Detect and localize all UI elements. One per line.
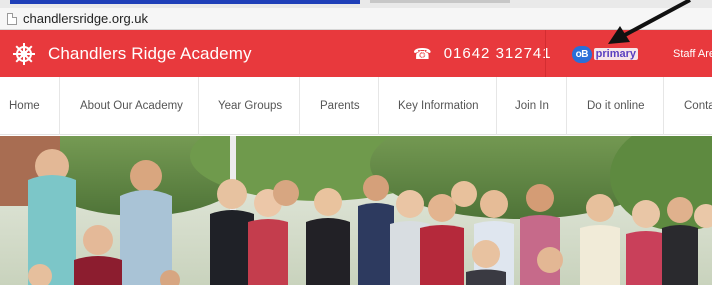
nav-separator	[299, 77, 300, 135]
nav-separator	[663, 77, 664, 135]
url-text[interactable]: chandlersridge.org.uk	[23, 11, 148, 26]
tab-edge	[370, 0, 510, 3]
nav-separator	[378, 77, 379, 135]
nav-item-about-our-academy[interactable]: About Our Academy	[80, 77, 183, 135]
nav-item-contact[interactable]: Conta	[684, 77, 712, 135]
header-divider	[545, 30, 546, 77]
hero-staff-photo	[0, 136, 712, 285]
nav-separator	[496, 77, 497, 135]
nav-separator	[59, 77, 60, 135]
main-nav: Home About Our Academy Year Groups Paren…	[0, 77, 712, 135]
staff-area-link[interactable]: Staff Are	[673, 30, 712, 77]
nav-separator	[198, 77, 199, 135]
nav-item-parents[interactable]: Parents	[320, 77, 360, 135]
telephone-icon: ☎	[413, 45, 432, 63]
school-name: Chandlers Ridge Academy	[48, 43, 252, 63]
primary-logo-word: primary	[593, 48, 638, 60]
highlighted-tab-edge	[10, 0, 360, 4]
ships-wheel-icon	[13, 42, 35, 65]
nav-separator	[566, 77, 567, 135]
staff-group-photo	[0, 136, 712, 285]
address-bar[interactable]: chandlersridge.org.uk	[0, 8, 712, 30]
site-header: Chandlers Ridge Academy ☎ 01642 312741 o…	[0, 30, 712, 77]
nav-item-key-information[interactable]: Key Information	[398, 77, 479, 135]
nav-item-home[interactable]: Home	[9, 77, 40, 135]
brand-link[interactable]: Chandlers Ridge Academy	[12, 30, 252, 77]
browser-tab-strip	[0, 0, 712, 8]
nav-item-year-groups[interactable]: Year Groups	[218, 77, 282, 135]
page-icon	[7, 12, 17, 25]
phone-contact[interactable]: ☎ 01642 312741	[413, 30, 552, 77]
phone-number: 01642 312741	[443, 45, 552, 62]
primary-site-logo-link[interactable]: oB primary	[572, 45, 638, 63]
nav-item-do-it-online[interactable]: Do it online	[587, 77, 645, 135]
nav-item-join-in[interactable]: Join In	[515, 77, 549, 135]
primary-logo-mark: oB	[572, 45, 592, 63]
